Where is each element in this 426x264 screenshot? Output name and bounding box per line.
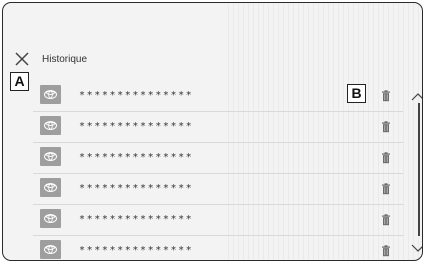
- chevron-down-icon: [411, 244, 422, 252]
- scroll-up-button[interactable]: [411, 88, 422, 106]
- toyota-logo-icon: [40, 116, 61, 135]
- history-row[interactable]: ***************: [33, 143, 403, 174]
- history-entry-text: ***************: [79, 183, 194, 194]
- toyota-logo-icon: [40, 147, 61, 166]
- toyota-logo-icon: [40, 178, 61, 197]
- history-row[interactable]: ***************: [33, 205, 403, 236]
- delete-button[interactable]: [381, 244, 391, 257]
- history-entry-text: ***************: [79, 152, 194, 163]
- history-row[interactable]: ***************: [33, 174, 403, 205]
- delete-button[interactable]: [381, 120, 391, 133]
- toyota-logo-icon: [40, 85, 61, 104]
- close-button[interactable]: [12, 49, 32, 69]
- trash-icon: [382, 90, 390, 102]
- delete-button[interactable]: [381, 151, 391, 164]
- trash-icon: [382, 121, 390, 133]
- delete-button[interactable]: [381, 89, 391, 102]
- history-entry-text: ***************: [79, 90, 194, 101]
- history-list: *************** *************** ********…: [33, 81, 403, 260]
- callout-label-a: A: [10, 72, 29, 91]
- scrollbar[interactable]: [418, 103, 420, 236]
- header: Historique: [3, 45, 422, 75]
- history-entry-text: ***************: [79, 245, 194, 256]
- trash-icon: [382, 152, 390, 164]
- history-entry-text: ***************: [79, 121, 194, 132]
- page-title: Historique: [42, 54, 88, 65]
- chevron-up-icon: [411, 93, 422, 101]
- trash-icon: [382, 245, 390, 257]
- history-row[interactable]: ***************: [33, 236, 403, 260]
- callout-label-b: B: [347, 84, 366, 103]
- toyota-logo-icon: [40, 209, 61, 228]
- screen-frame: Historique *************** *************…: [2, 2, 423, 261]
- delete-button[interactable]: [381, 213, 391, 226]
- delete-button[interactable]: [381, 182, 391, 195]
- scroll-down-button[interactable]: [411, 240, 422, 258]
- trash-icon: [382, 183, 390, 195]
- history-row[interactable]: ***************: [33, 112, 403, 143]
- history-entry-text: ***************: [79, 214, 194, 225]
- trash-icon: [382, 214, 390, 226]
- toyota-logo-icon: [40, 240, 61, 259]
- close-icon: [15, 52, 29, 66]
